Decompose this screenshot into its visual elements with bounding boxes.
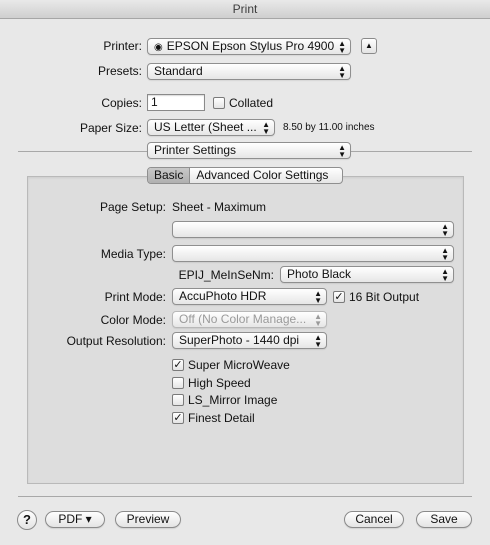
printer-status-icon: ◉ — [154, 42, 163, 53]
print-mode-value: AccuPhoto HDR — [179, 289, 267, 303]
updown-arrows-icon: ▲ ▼ — [441, 222, 449, 238]
updown-arrows-icon: ▲ ▼ — [314, 289, 322, 305]
bit16-label: 16 Bit Output — [349, 290, 420, 304]
updown-arrows-icon: ▲ ▼ — [338, 143, 346, 159]
super-microweave-checkbox[interactable]: ✓ — [172, 359, 184, 371]
presets-popup[interactable]: Standard ▲ ▼ — [147, 63, 351, 80]
pdf-menu-button[interactable]: PDF ▾ — [45, 511, 105, 528]
presets-value: Standard — [154, 64, 203, 78]
epij-label: EPIJ_MeInSeNm: — [178, 268, 274, 282]
tab-basic[interactable]: Basic — [148, 168, 191, 183]
collated-label: Collated — [229, 96, 274, 110]
presets-label: Presets: — [97, 64, 142, 78]
updown-arrows-icon: ▲ ▼ — [314, 312, 322, 328]
copies-field[interactable]: 1 — [147, 94, 205, 111]
finest-detail-checkbox[interactable]: ✓ — [172, 412, 184, 424]
updown-arrows-icon: ▲ ▼ — [314, 333, 322, 349]
printer-popup[interactable]: ◉ EPSON Epson Stylus Pro 4900 ▲ ▼ — [147, 38, 351, 55]
high-speed-label: High Speed — [188, 376, 251, 390]
updown-arrows-icon: ▲ ▼ — [441, 267, 449, 283]
output-resolution-popup[interactable]: SuperPhoto - 1440 dpi ▲ ▼ — [172, 332, 327, 349]
print-mode-popup[interactable]: AccuPhoto HDR ▲ ▼ — [172, 288, 327, 305]
paper-dimensions: 8.50 by 11.00 inches — [283, 122, 375, 133]
checkmark-icon: ✓ — [173, 359, 183, 371]
window-title: Print — [232, 2, 258, 16]
help-button[interactable]: ? — [17, 510, 37, 530]
output-resolution-label: Output Resolution: — [66, 334, 166, 348]
paper-size-popup[interactable]: US Letter (Sheet ... ▲ ▼ — [147, 119, 275, 136]
super-microweave-label: Super MicroWeave — [188, 358, 290, 372]
mirror-image-label: LS_Mirror Image — [188, 393, 278, 407]
preview-button[interactable]: Preview — [115, 511, 181, 528]
output-resolution-value: SuperPhoto - 1440 dpi — [179, 333, 300, 347]
checkmark-icon: ✓ — [334, 291, 344, 303]
page-setup-value: Sheet - Maximum — [172, 200, 267, 214]
updown-arrows-icon: ▲ ▼ — [338, 39, 346, 55]
high-speed-checkbox[interactable] — [172, 377, 184, 389]
epij-value: Photo Black — [287, 267, 352, 281]
copies-label: Copies: — [101, 96, 142, 110]
unnamed-popup[interactable]: ▲ ▼ — [172, 221, 454, 238]
paper-size-value: US Letter (Sheet ... — [154, 120, 257, 134]
section-value: Printer Settings — [154, 143, 237, 157]
page-setup-label: Page Setup: — [99, 200, 166, 214]
disclosure-up-icon[interactable]: ▲ — [361, 38, 377, 54]
tab-bar: Basic Advanced Color Settings — [147, 167, 343, 184]
tab-advanced-color-settings[interactable]: Advanced Color Settings — [190, 168, 342, 183]
color-mode-value: Off (No Color Manage... — [179, 312, 307, 326]
paper-size-label: Paper Size: — [79, 121, 142, 135]
section-popup[interactable]: Printer Settings ▲ ▼ — [147, 142, 351, 159]
bit16-checkbox[interactable]: ✓ — [333, 291, 345, 303]
footer-separator — [18, 496, 472, 497]
cancel-button[interactable]: Cancel — [344, 511, 404, 528]
window-titlebar: Print — [0, 0, 490, 19]
media-type-popup[interactable]: ▲ ▼ — [172, 245, 454, 262]
collated-checkbox[interactable] — [213, 97, 225, 109]
color-mode-label: Color Mode: — [100, 313, 166, 327]
media-type-label: Media Type: — [100, 247, 166, 261]
mirror-image-checkbox[interactable] — [172, 394, 184, 406]
print-mode-label: Print Mode: — [104, 290, 166, 304]
updown-arrows-icon: ▲ ▼ — [441, 246, 449, 262]
printer-value: EPSON Epson Stylus Pro 4900 — [166, 39, 335, 53]
printer-label: Printer: — [103, 39, 142, 53]
updown-arrows-icon: ▲ ▼ — [262, 120, 270, 136]
updown-arrows-icon: ▲ ▼ — [338, 64, 346, 80]
epij-popup[interactable]: Photo Black ▲ ▼ — [280, 266, 454, 283]
save-button[interactable]: Save — [416, 511, 472, 528]
color-mode-popup: Off (No Color Manage... ▲ ▼ — [172, 311, 327, 328]
finest-detail-label: Finest Detail — [188, 411, 255, 425]
checkmark-icon: ✓ — [173, 412, 183, 424]
